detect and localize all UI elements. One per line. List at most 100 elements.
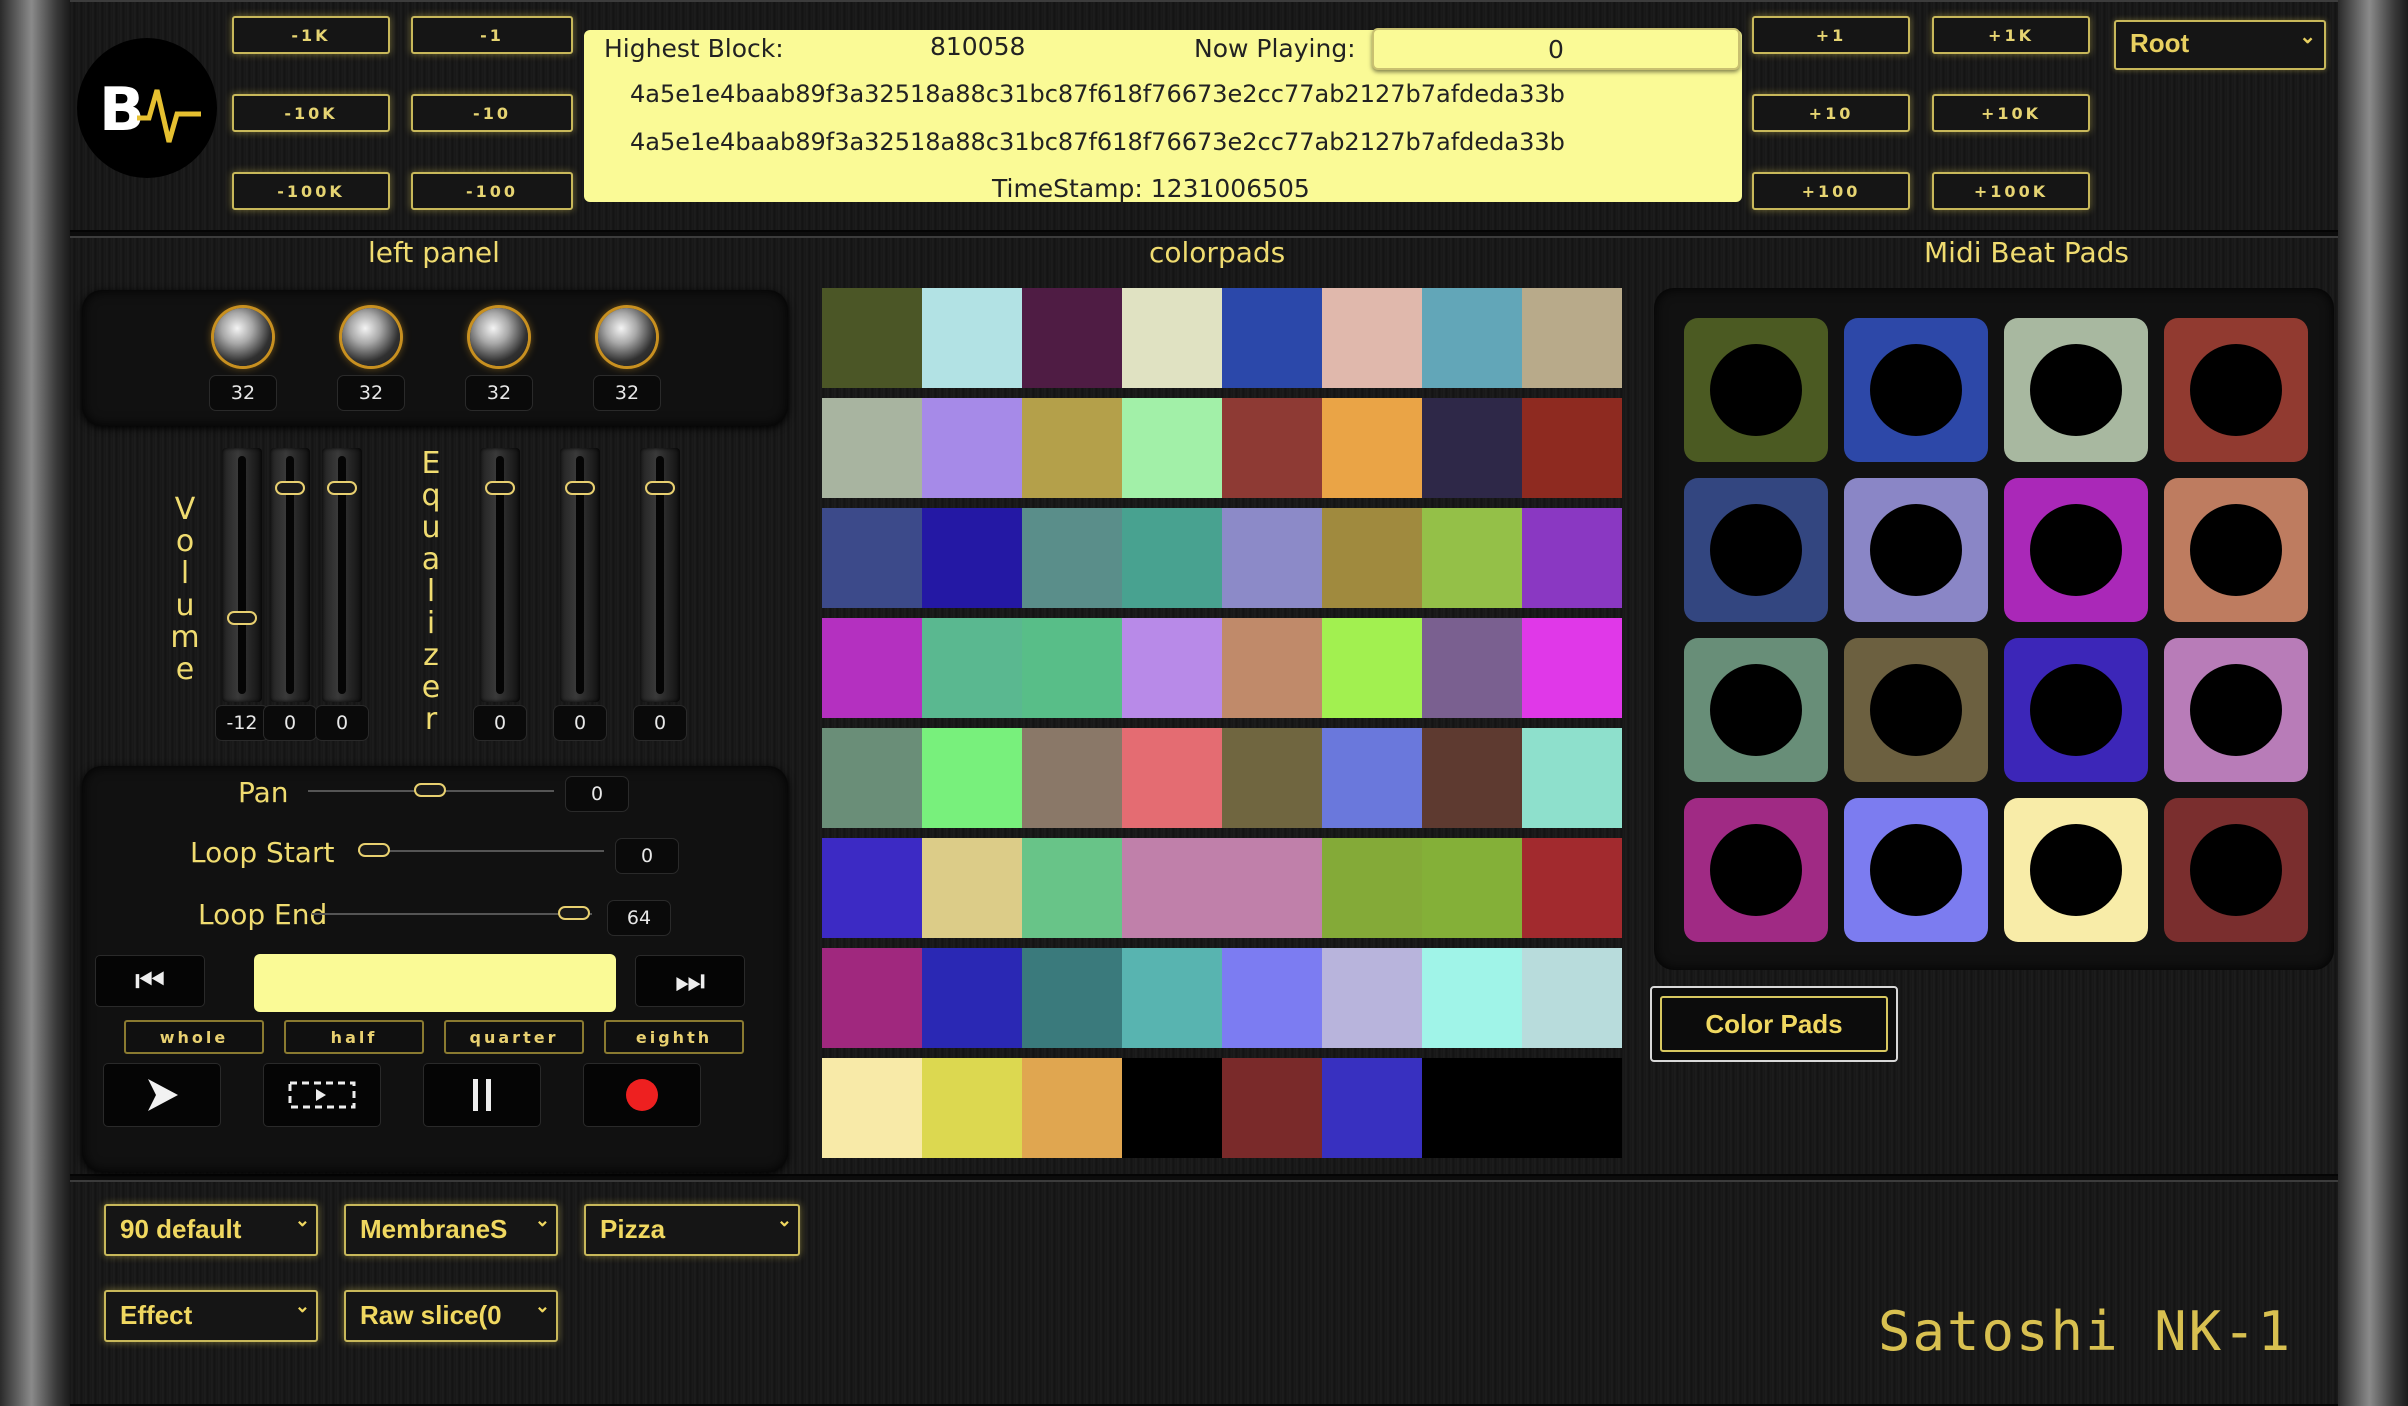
- colorpad-cell[interactable]: [822, 398, 922, 498]
- midi-pad[interactable]: [2164, 478, 2308, 622]
- colorpad-cell[interactable]: [822, 838, 922, 938]
- colorpad-cell[interactable]: [1522, 508, 1622, 608]
- plus-10k-button[interactable]: +10K: [1932, 94, 2090, 132]
- colorpad-cell[interactable]: [1122, 508, 1222, 608]
- minus-1k-button[interactable]: -1K: [232, 16, 390, 54]
- colorpad-cell[interactable]: [1222, 728, 1322, 828]
- pause-button[interactable]: [424, 1064, 540, 1126]
- note-whole-button[interactable]: whole: [124, 1020, 264, 1054]
- colorpad-cell[interactable]: [1422, 618, 1522, 718]
- colorpad-cell[interactable]: [1522, 618, 1622, 718]
- colorpad-cell[interactable]: [1122, 948, 1222, 1048]
- colorpad-cell[interactable]: [1122, 288, 1222, 388]
- midi-pad[interactable]: [1684, 638, 1828, 782]
- midi-pad[interactable]: [2164, 638, 2308, 782]
- midi-pad[interactable]: [2164, 798, 2308, 942]
- colorpad-cell[interactable]: [1122, 618, 1222, 718]
- minus-100-button[interactable]: -100: [411, 172, 573, 210]
- midi-pad[interactable]: [1844, 798, 1988, 942]
- colorpad-cell[interactable]: [1322, 618, 1422, 718]
- preset-select[interactable]: 90 default ⌄: [104, 1204, 318, 1256]
- colorpad-cell[interactable]: [1422, 1058, 1522, 1158]
- skip-forward-button[interactable]: ⏭: [636, 956, 744, 1006]
- colorpad-cell[interactable]: [1022, 508, 1122, 608]
- midi-pad[interactable]: [2164, 318, 2308, 462]
- plus-100-button[interactable]: +100: [1752, 172, 1910, 210]
- plus-1-button[interactable]: +1: [1752, 16, 1910, 54]
- slider-thumb-3[interactable]: [327, 480, 357, 495]
- colorpad-cell[interactable]: [1222, 288, 1322, 388]
- colorpad-cell[interactable]: [1122, 838, 1222, 938]
- note-quarter-button[interactable]: quarter: [444, 1020, 584, 1054]
- colorpad-cell[interactable]: [922, 508, 1022, 608]
- colorpad-cell[interactable]: [922, 618, 1022, 718]
- colorpad-cell[interactable]: [1422, 398, 1522, 498]
- minus-100k-button[interactable]: -100K: [232, 172, 390, 210]
- colorpad-cell[interactable]: [1022, 948, 1122, 1048]
- color-pads-button[interactable]: Color Pads: [1650, 986, 1898, 1062]
- colorpad-cell[interactable]: [1422, 728, 1522, 828]
- colorpad-cell[interactable]: [1022, 838, 1122, 938]
- plus-100k-button[interactable]: +100K: [1932, 172, 2090, 210]
- colorpad-cell[interactable]: [1322, 398, 1422, 498]
- colorpad-cell[interactable]: [922, 948, 1022, 1048]
- colorpad-cell[interactable]: [1022, 618, 1122, 718]
- play-button[interactable]: [104, 1064, 220, 1126]
- sample-select[interactable]: Pizza ⌄: [584, 1204, 800, 1256]
- slider-thumb-2[interactable]: [275, 480, 305, 495]
- colorpad-cell[interactable]: [1322, 948, 1422, 1048]
- minus-1-button[interactable]: -1: [411, 16, 573, 54]
- slider-thumb-1[interactable]: [227, 611, 257, 625]
- colorpad-cell[interactable]: [922, 1058, 1022, 1158]
- colorpad-cell[interactable]: [1422, 508, 1522, 608]
- midi-pad[interactable]: [1684, 798, 1828, 942]
- colorpad-cell[interactable]: [1522, 838, 1622, 938]
- colorpad-cell[interactable]: [1222, 398, 1322, 498]
- colorpad-cell[interactable]: [822, 728, 922, 828]
- colorpad-cell[interactable]: [1322, 1058, 1422, 1158]
- colorpad-cell[interactable]: [922, 838, 1022, 938]
- colorpad-cell[interactable]: [1322, 838, 1422, 938]
- colorpad-cell[interactable]: [1422, 948, 1522, 1048]
- colorpad-cell[interactable]: [1422, 838, 1522, 938]
- colorpad-cell[interactable]: [1322, 508, 1422, 608]
- colorpad-cell[interactable]: [1222, 618, 1322, 718]
- slider-thumb-6[interactable]: [645, 480, 675, 495]
- knob-2[interactable]: [342, 308, 400, 366]
- colorpad-cell[interactable]: [1222, 838, 1322, 938]
- colorpad-cell[interactable]: [1222, 508, 1322, 608]
- colorpad-cell[interactable]: [922, 398, 1022, 498]
- loop-button[interactable]: [264, 1064, 380, 1126]
- colorpad-cell[interactable]: [1522, 398, 1622, 498]
- colorpad-cell[interactable]: [1422, 288, 1522, 388]
- colorpad-cell[interactable]: [822, 948, 922, 1048]
- slider-thumb-5[interactable]: [565, 480, 595, 495]
- colorpad-cell[interactable]: [1122, 728, 1222, 828]
- midi-pad[interactable]: [2004, 478, 2148, 622]
- record-button[interactable]: [584, 1064, 700, 1126]
- loop-start-slider[interactable]: [358, 843, 390, 857]
- loop-end-slider[interactable]: [558, 906, 590, 920]
- midi-pad[interactable]: [1684, 478, 1828, 622]
- colorpad-cell[interactable]: [1022, 398, 1122, 498]
- colorpad-cell[interactable]: [1322, 728, 1422, 828]
- note-eighth-button[interactable]: eighth: [604, 1020, 744, 1054]
- midi-pad[interactable]: [1844, 478, 1988, 622]
- colorpad-cell[interactable]: [922, 728, 1022, 828]
- colorpad-cell[interactable]: [1222, 1058, 1322, 1158]
- pan-slider[interactable]: [414, 783, 446, 797]
- colorpad-cell[interactable]: [1122, 1058, 1222, 1158]
- midi-pad[interactable]: [1684, 318, 1828, 462]
- knob-3[interactable]: [470, 308, 528, 366]
- plus-10-button[interactable]: +10: [1752, 94, 1910, 132]
- colorpad-cell[interactable]: [1522, 288, 1622, 388]
- now-playing-input[interactable]: 0: [1372, 28, 1740, 70]
- root-select[interactable]: Root ⌄: [2114, 20, 2326, 70]
- note-half-button[interactable]: half: [284, 1020, 424, 1054]
- colorpad-cell[interactable]: [822, 288, 922, 388]
- midi-pad[interactable]: [2004, 798, 2148, 942]
- minus-10-button[interactable]: -10: [411, 94, 573, 132]
- colorpad-cell[interactable]: [1122, 398, 1222, 498]
- knob-1[interactable]: [214, 308, 272, 366]
- colorpad-cell[interactable]: [822, 508, 922, 608]
